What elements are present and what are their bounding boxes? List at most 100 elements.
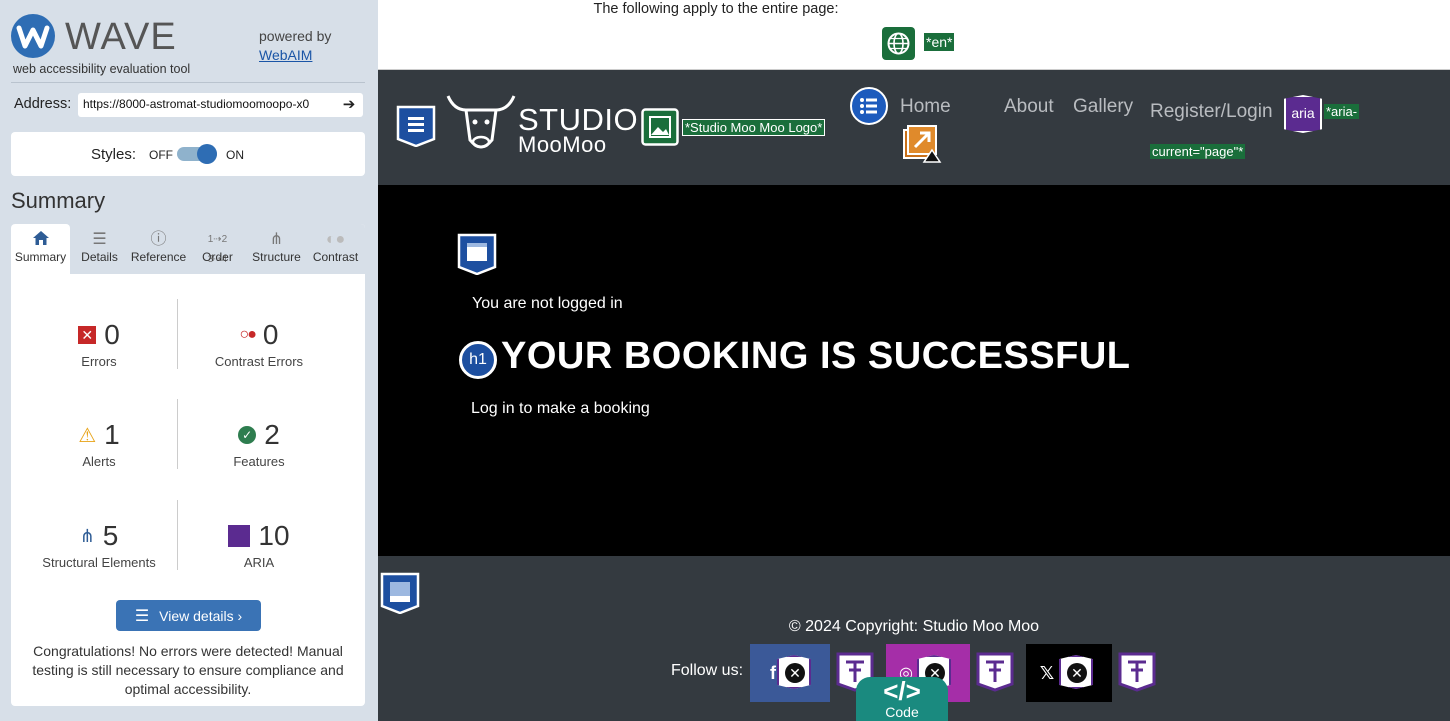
contrast-errors-label: Contrast Errors — [214, 354, 304, 369]
navigation-list-icon[interactable] — [850, 87, 888, 125]
tab-label: Reference — [130, 250, 187, 264]
copyright-text: © 2024 Copyright: Studio Moo Moo — [788, 618, 1040, 635]
tab-label: Details — [81, 250, 118, 264]
heading-level-1-icon[interactable]: h1 — [459, 341, 497, 379]
nav-gallery-link[interactable]: Gallery — [1073, 96, 1133, 118]
x-icon: 𝕏 — [1039, 662, 1055, 683]
wave-sidebar: WAVE web accessibility evaluation tool p… — [0, 0, 378, 721]
tab-label: Contrast — [312, 250, 359, 264]
styles-toggle-box: Styles: OFF ON — [11, 132, 365, 176]
tab-label: Summary — [14, 250, 67, 264]
tabindex-icon[interactable] — [1118, 652, 1156, 692]
aria-current-tag-part1: *aria- — [1324, 104, 1360, 119]
wave-logo-icon — [11, 14, 55, 58]
alerts-stat[interactable]: ⚠ 1 Alerts — [24, 418, 174, 469]
code-icon: </> — [883, 676, 921, 706]
tab-contrast[interactable]: ◐● Contrast — [306, 224, 365, 274]
go-arrow-icon[interactable]: ➔ — [340, 96, 358, 114]
language-globe-icon[interactable] — [882, 27, 915, 60]
follow-us-label: Follow us: — [671, 662, 744, 679]
styles-off-label: OFF — [149, 148, 173, 162]
divider — [177, 299, 178, 369]
aria-label: ARIA — [243, 555, 275, 570]
linked-image-icon[interactable] — [641, 108, 679, 146]
tab-summary[interactable]: Summary — [11, 224, 70, 274]
alert-icon: ⚠ — [78, 424, 97, 447]
wave-title: WAVE — [65, 16, 177, 58]
divider — [177, 500, 178, 570]
webaim-link[interactable]: WebAIM — [259, 47, 312, 63]
logo-alt-tag: *Studio Moo Moo Logo* — [682, 119, 826, 136]
footer-landmark-icon[interactable] — [380, 572, 420, 614]
styles-toggle-knob[interactable] — [197, 144, 217, 164]
tab-details[interactable]: ☰ Details — [70, 224, 129, 274]
powered-by-label: powered by — [259, 28, 332, 44]
tab-reference[interactable]: ⓘ Reference — [129, 224, 188, 274]
features-stat[interactable]: ✓ 2 Features — [184, 418, 334, 469]
contrast-error-icon: ○● — [239, 326, 257, 343]
code-label: Code — [885, 704, 919, 720]
contrast-errors-count: 0 — [262, 319, 279, 350]
page-notice-text: The following apply to the entire page: — [593, 1, 839, 17]
list-icon: ☰ — [134, 607, 150, 625]
view-details-button[interactable]: ☰ View details › — [116, 600, 261, 631]
divider — [11, 82, 365, 83]
structural-count: 5 — [102, 520, 119, 551]
order-icon: 1⇢2 3⇢4 — [207, 234, 228, 265]
language-tag: *en* — [924, 33, 955, 51]
list-icon: ☰ — [92, 231, 107, 248]
code-panel-toggle[interactable]: </> Code — [856, 677, 948, 721]
contrast-errors-stat[interactable]: ○● 0 Contrast Errors — [184, 318, 334, 369]
header-landmark-icon[interactable] — [396, 105, 436, 147]
tab-structure[interactable]: ⋔ Structure — [247, 224, 306, 274]
address-label: Address: — [14, 96, 72, 112]
empty-link-error-icon[interactable]: ✕ — [1059, 655, 1093, 689]
nav-register-login-link[interactable]: Register/Login — [1150, 101, 1273, 123]
aria-attribute-icon[interactable]: aria — [1284, 95, 1322, 133]
structure-icon: ⋔ — [79, 525, 95, 546]
address-input[interactable]: https://8000-astromat-studiomoomoopo-x0 — [78, 93, 363, 117]
login-prompt-text: Log in to make a booking — [471, 400, 650, 417]
login-status-text: You are not logged in — [472, 295, 623, 312]
site-navbar: STUDIO MooMoo *Studio Moo Moo Logo* Home… — [378, 70, 1450, 185]
facebook-icon: f — [770, 662, 776, 683]
evaluated-page: The following apply to the entire page: … — [378, 0, 1450, 721]
aria-stat[interactable]: 10 ARIA — [184, 519, 334, 570]
wave-tabbar: Summary ☰ Details ⓘ Reference 1⇢2 3⇢4 Ord… — [11, 224, 365, 274]
alerts-count: 1 — [104, 419, 120, 450]
link-alert-icon[interactable] — [902, 124, 942, 164]
styles-on-label: ON — [226, 148, 244, 162]
aria-count: 10 — [258, 520, 290, 551]
errors-stat[interactable]: ✕ 0 Errors — [24, 318, 174, 369]
nav-about-link[interactable]: About — [1004, 96, 1054, 118]
errors-label: Errors — [81, 354, 117, 369]
feature-check-icon: ✓ — [238, 426, 257, 444]
summary-heading: Summary — [11, 188, 106, 213]
page-level-notice: The following apply to the entire page: … — [378, 0, 1450, 70]
features-count: 2 — [264, 419, 280, 450]
features-label: Features — [233, 454, 285, 469]
divider — [177, 399, 178, 469]
cow-logo-icon[interactable] — [444, 92, 518, 158]
nav-home-link[interactable]: Home — [900, 96, 951, 118]
congratulations-text: Congratulations! No errors were detected… — [32, 643, 344, 697]
structural-stat[interactable]: ⋔ 5 Structural Elements — [24, 519, 174, 570]
view-details-label: View details › — [159, 607, 243, 624]
tab-order[interactable]: 1⇢2 3⇢4 Order — [188, 224, 247, 274]
home-icon — [11, 224, 70, 250]
aria-current-tag-part2: current="page"* — [1150, 144, 1246, 159]
aria-icon — [228, 525, 251, 547]
main-landmark-icon[interactable] — [457, 233, 497, 275]
summary-panel: Summary ☰ Details ⓘ Reference 1⇢2 3⇢4 Ord… — [11, 224, 365, 706]
tab-label: Structure — [252, 250, 301, 264]
empty-link-error-icon[interactable]: ✕ — [777, 655, 811, 689]
wave-subtitle: web accessibility evaluation tool — [13, 62, 191, 76]
structure-icon: ⋔ — [269, 231, 284, 248]
page-heading: YOUR BOOKING IS SUCCESSFUL — [501, 335, 1131, 377]
tabindex-icon[interactable] — [976, 652, 1014, 692]
styles-label: Styles: — [91, 146, 137, 163]
contrast-icon: ◐● — [325, 231, 346, 248]
errors-count: 0 — [104, 319, 120, 350]
structural-label: Structural Elements — [42, 555, 156, 570]
logo-text-moomoo: MooMoo — [518, 132, 607, 157]
